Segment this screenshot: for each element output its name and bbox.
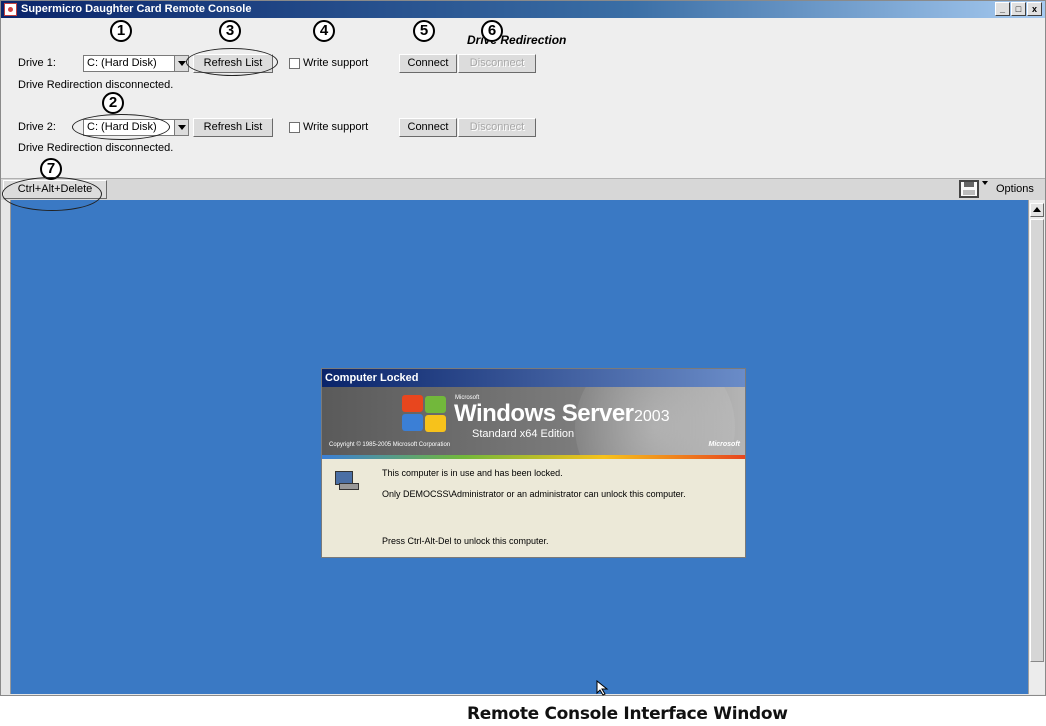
drive1-status: Drive Redirection disconnected.	[18, 79, 174, 91]
windows-server-banner: Microsoft Windows Server 2003 Standard x…	[322, 387, 745, 455]
scroll-up-icon[interactable]	[1030, 203, 1044, 217]
scrollbar-thumb[interactable]	[1030, 219, 1044, 662]
dropdown-arrow-icon[interactable]	[174, 56, 188, 71]
callout-6: 6	[481, 20, 503, 42]
drive2-write-support-checkbox[interactable]	[289, 122, 300, 133]
ctrl-alt-delete-button[interactable]: Ctrl+Alt+Delete	[3, 180, 107, 199]
remote-console-window: Supermicro Daughter Card Remote Console …	[0, 0, 1046, 696]
window-controls: _ □ x	[995, 2, 1042, 16]
vertical-scrollbar[interactable]	[1028, 200, 1045, 694]
close-button[interactable]: x	[1027, 2, 1042, 16]
drive1-label: Drive 1:	[18, 57, 56, 69]
java-app-icon	[4, 3, 17, 16]
callout-1: 1	[110, 20, 132, 42]
dialog-line-unlock-who: Only DEMOCSS\Administrator or an adminis…	[382, 489, 686, 499]
computer-lock-icon	[335, 471, 359, 490]
mouse-pointer-icon	[596, 680, 609, 696]
drive2-status: Drive Redirection disconnected.	[18, 142, 174, 154]
drive1-select[interactable]: C: (Hard Disk)	[83, 55, 189, 72]
dialog-line-instructions: Press Ctrl-Alt-Del to unlock this comput…	[382, 536, 549, 546]
floppy-disk-icon[interactable]	[959, 180, 979, 198]
drive2-connect-button[interactable]: Connect	[399, 118, 457, 137]
figure-caption: Remote Console Interface Window	[467, 704, 788, 724]
callout-3: 3	[219, 20, 241, 42]
callout-2: 2	[102, 92, 124, 114]
computer-locked-dialog: Computer Locked Microsoft Windows Server…	[321, 368, 746, 558]
drive2-selected-value: C: (Hard Disk)	[87, 121, 157, 133]
copyright: Copyright © 1985-2005 Microsoft Corporat…	[329, 442, 451, 448]
title-bar[interactable]: Supermicro Daughter Card Remote Console …	[1, 1, 1045, 18]
callout-4: 4	[313, 20, 335, 42]
drive1-disconnect-button[interactable]: Disconnect	[458, 54, 536, 73]
drive2-write-support-label: Write support	[303, 121, 369, 133]
dropdown-arrow-icon[interactable]	[174, 120, 188, 135]
console-toolbar: Ctrl+Alt+Delete Options	[1, 178, 1045, 200]
drive2-label: Drive 2:	[18, 121, 56, 133]
edition: Standard x64 Edition	[472, 428, 575, 440]
maximize-button[interactable]: □	[1011, 2, 1026, 16]
drive2-select[interactable]: C: (Hard Disk)	[83, 119, 189, 136]
options-label[interactable]: Options	[996, 183, 1034, 195]
options-dropdown-icon[interactable]	[982, 181, 988, 185]
window-title: Supermicro Daughter Card Remote Console	[21, 3, 252, 15]
callout-5: 5	[413, 20, 435, 42]
brand-year: 2003	[634, 408, 670, 425]
drive2-refresh-button[interactable]: Refresh List	[193, 118, 273, 137]
figure: Supermicro Daughter Card Remote Console …	[0, 0, 1046, 726]
minimize-button[interactable]: _	[995, 2, 1010, 16]
drive1-write-support-checkbox[interactable]	[289, 58, 300, 69]
brand-name: Windows Server	[454, 400, 634, 427]
microsoft-logo: Microsoft	[708, 441, 741, 448]
drive1-selected-value: C: (Hard Disk)	[87, 57, 157, 69]
drive1-refresh-button[interactable]: Refresh List	[193, 54, 273, 73]
dialog-title: Computer Locked	[322, 369, 745, 387]
color-stripe	[322, 455, 745, 459]
drive2-disconnect-button[interactable]: Disconnect	[458, 118, 536, 137]
left-border	[1, 200, 11, 694]
drive1-connect-button[interactable]: Connect	[399, 54, 457, 73]
drive1-write-support-label: Write support	[303, 57, 369, 69]
callout-7: 7	[40, 158, 62, 180]
dialog-line-locked: This computer is in use and has been loc…	[382, 468, 563, 478]
windows-logo-icon	[402, 395, 448, 433]
drive-redirection-panel: Drive Redirection Drive 1: C: (Hard Disk…	[1, 18, 1045, 178]
